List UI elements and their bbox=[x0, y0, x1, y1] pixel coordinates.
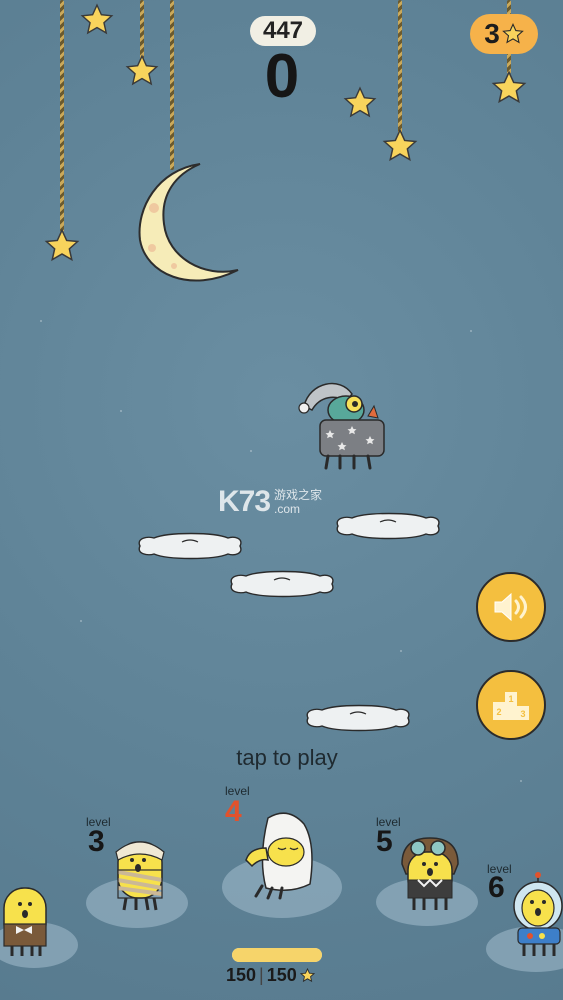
tap-to-play-prompt[interactable]: tap to play bbox=[182, 744, 392, 772]
progress-total: 150 bbox=[266, 965, 297, 985]
star-icon bbox=[80, 3, 114, 35]
star-icon bbox=[299, 967, 315, 982]
svg-text:2: 2 bbox=[496, 707, 501, 717]
level-number: 6 bbox=[488, 871, 505, 904]
progress-separator: | bbox=[259, 965, 264, 985]
podium-icon: 1 2 3 bbox=[493, 692, 529, 720]
background-speck bbox=[120, 410, 122, 412]
level-number: 3 bbox=[88, 825, 105, 858]
speaker-icon bbox=[494, 592, 527, 622]
level-progress-bar bbox=[232, 948, 322, 962]
background-speck bbox=[250, 450, 252, 452]
level-progress-text: 150 | 150 bbox=[226, 964, 356, 986]
moon-icon bbox=[138, 163, 239, 282]
star-icon bbox=[44, 228, 80, 262]
watermark-line2: .com bbox=[274, 502, 301, 516]
cloud-platform bbox=[336, 512, 440, 540]
leaderboard-button[interactable]: 1 2 3 bbox=[476, 670, 546, 740]
hanging-rope bbox=[140, 0, 144, 60]
background-speck bbox=[470, 330, 472, 332]
sound-button[interactable] bbox=[476, 572, 546, 642]
cloud-platform bbox=[230, 570, 334, 598]
cloud-platform bbox=[306, 704, 410, 732]
level-progress-fill bbox=[232, 948, 322, 962]
background-speck bbox=[400, 650, 402, 652]
background-speck bbox=[40, 320, 42, 322]
star-icon bbox=[125, 54, 159, 86]
stars-count: 3 bbox=[484, 18, 500, 49]
stars-counter[interactable]: 3 bbox=[470, 14, 538, 54]
level-character-sleepy-nightcap[interactable] bbox=[238, 808, 322, 902]
background-speck bbox=[80, 620, 82, 622]
level-character-astronaut[interactable] bbox=[508, 872, 563, 962]
star-icon bbox=[501, 23, 524, 44]
hanging-rope bbox=[60, 0, 64, 232]
background-speck bbox=[520, 780, 522, 782]
doodler-character bbox=[298, 382, 385, 470]
level-character-aviator[interactable] bbox=[396, 834, 462, 914]
star-icon bbox=[491, 70, 527, 104]
hanging-rope bbox=[170, 0, 174, 170]
watermark-main: K73 bbox=[218, 485, 271, 518]
watermark-line1: 游戏之家 bbox=[274, 488, 323, 502]
game-background[interactable]: 447 0 3 K73 游戏之家 .com 1 2 3 tap to play … bbox=[0, 0, 563, 1000]
progress-current: 150 bbox=[226, 965, 257, 985]
level-number: 5 bbox=[376, 825, 393, 858]
star-icon bbox=[382, 128, 418, 162]
cloud-platform bbox=[138, 532, 242, 560]
level-character-bow-tie[interactable] bbox=[0, 882, 52, 960]
hanging-rope bbox=[398, 0, 402, 135]
svg-text:3: 3 bbox=[520, 709, 525, 719]
level-character-mummy[interactable] bbox=[104, 834, 174, 914]
current-score: 0 bbox=[264, 42, 300, 111]
star-icon bbox=[343, 86, 377, 118]
svg-text:1: 1 bbox=[508, 694, 513, 704]
